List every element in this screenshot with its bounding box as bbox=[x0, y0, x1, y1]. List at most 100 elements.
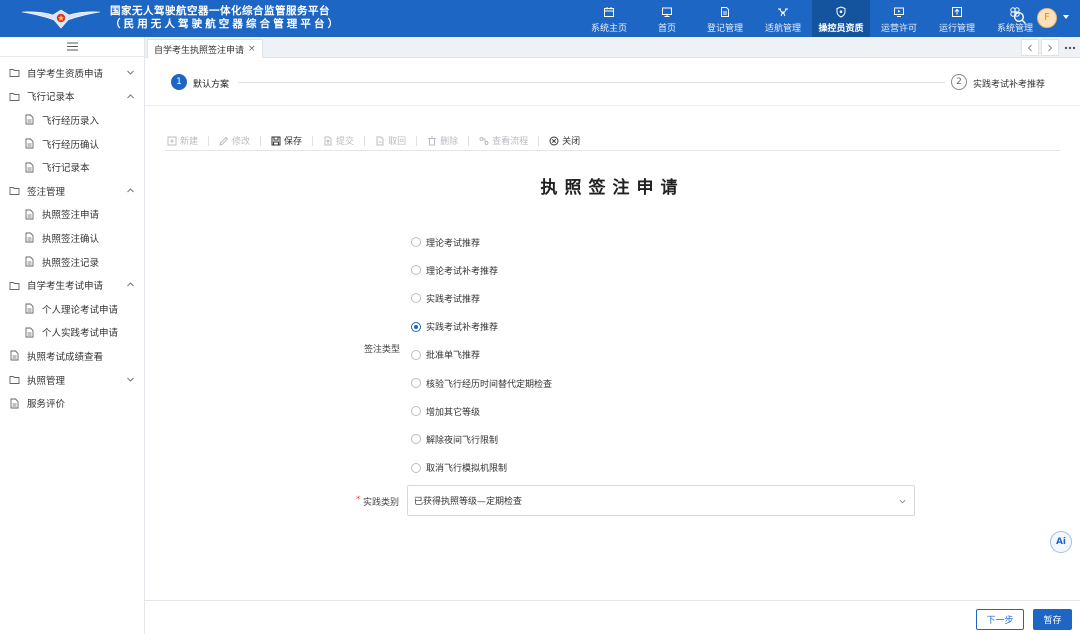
chevron-up-icon bbox=[127, 93, 134, 98]
tab-close-icon[interactable]: × bbox=[248, 44, 256, 54]
tab-more-button[interactable] bbox=[1061, 39, 1079, 56]
toolbar-close-circle-button[interactable]: 关闭 bbox=[547, 134, 582, 147]
sidebar-item[interactable]: 飞行经历确认 bbox=[0, 132, 144, 156]
nav-label: 运营许可 bbox=[880, 24, 917, 34]
toolbar-button-label: 保存 bbox=[284, 137, 303, 147]
toolbar-flow-button[interactable]: 查看流程 bbox=[477, 134, 530, 147]
close-circle-icon bbox=[549, 136, 559, 145]
sidebar-item[interactable]: 执照考试成绩查看 bbox=[0, 344, 144, 368]
endorsement-type-option[interactable]: 核验飞行经历时间替代定期检查 bbox=[411, 369, 552, 397]
radio-button[interactable] bbox=[411, 378, 421, 389]
sidebar-item[interactable]: 个人实践考试申请 bbox=[0, 321, 144, 345]
sidebar-item[interactable]: 飞行记录本 bbox=[0, 155, 144, 179]
toolbar-save-button[interactable]: 保存 bbox=[269, 134, 304, 147]
practice-category-select[interactable]: 已获得执照等级—定期检查 bbox=[407, 485, 915, 516]
toolbar-separator bbox=[538, 135, 540, 146]
form-title: 执照签注申请 bbox=[540, 178, 685, 198]
sidebar: 自学考生资质申请 飞行记录本 飞行经历录入 飞行经历确认 飞行记录本 签注管理 执照签注申请… bbox=[0, 37, 145, 634]
chevron-down-icon bbox=[127, 377, 134, 382]
toolbar-button-label: 删除 bbox=[440, 137, 459, 147]
tab-license-endorsement[interactable]: 自学考生执照签注申请 × bbox=[147, 39, 263, 58]
sidebar-item[interactable]: 飞行记录本 bbox=[0, 85, 144, 109]
file-icon bbox=[25, 303, 34, 314]
step-2-label[interactable]: 实践考试补考推荐 bbox=[973, 77, 1045, 90]
step-2-number[interactable]: 2 bbox=[951, 74, 967, 90]
endorsement-type-option[interactable]: 增加其它等级 bbox=[411, 397, 552, 425]
sidebar-item[interactable]: 签注管理 bbox=[0, 179, 144, 203]
option-label: 解除夜间飞行限制 bbox=[426, 435, 499, 446]
save-draft-button[interactable]: 暂存 bbox=[1033, 609, 1072, 630]
step-1-number[interactable]: 1 bbox=[171, 74, 187, 90]
sidebar-item[interactable]: 飞行经历录入 bbox=[0, 108, 144, 132]
top-header: 国家无人驾驶航空器一体化综合监管服务平台 （民用无人驾驶航空器综合管理平台） 系… bbox=[0, 0, 1080, 37]
toolbar-retrieve-button[interactable]: 取回 bbox=[373, 134, 408, 147]
radio-button[interactable] bbox=[411, 321, 421, 332]
file-icon bbox=[25, 256, 34, 267]
sidebar-item-label: 执照签注确认 bbox=[42, 233, 100, 245]
sidebar-item-label: 飞行经历确认 bbox=[42, 139, 100, 151]
nav-label: 操控员资质 bbox=[818, 24, 864, 34]
radio-button[interactable] bbox=[411, 265, 421, 276]
sidebar-item[interactable]: 服务评价 bbox=[0, 391, 144, 415]
radio-button[interactable] bbox=[411, 237, 421, 248]
sidebar-item[interactable]: 执照签注申请 bbox=[0, 203, 144, 227]
chevron-down-icon bbox=[127, 70, 134, 75]
nav-operation-management[interactable]: 运行管理 bbox=[928, 0, 986, 37]
toolbar-submit-button[interactable]: 提交 bbox=[321, 134, 356, 147]
submit-icon bbox=[324, 136, 332, 145]
practice-category-label: 实践类别 bbox=[363, 498, 400, 508]
step-1-label[interactable]: 默认方案 bbox=[193, 77, 229, 90]
folder-icon bbox=[9, 281, 20, 290]
search-icon[interactable] bbox=[1013, 11, 1027, 25]
endorsement-type-option[interactable]: 理论考试补考推荐 bbox=[411, 256, 552, 284]
platform-title: 国家无人驾驶航空器一体化综合监管服务平台 bbox=[110, 5, 330, 17]
nav-operation-license[interactable]: 运营许可 bbox=[870, 0, 928, 37]
sidebar-item-label: 签注管理 bbox=[27, 186, 66, 198]
toolbar-separator bbox=[208, 135, 210, 146]
sidebar-item-label: 自学考生考试申请 bbox=[27, 281, 104, 293]
option-label: 实践考试补考推荐 bbox=[426, 323, 499, 334]
file-icon bbox=[10, 398, 19, 409]
ai-assistant-button[interactable]: Ai bbox=[1050, 531, 1072, 553]
endorsement-type-option[interactable]: 理论考试推荐 bbox=[411, 228, 552, 256]
toolbar-edit-button[interactable]: 修改 bbox=[217, 134, 252, 147]
radio-button[interactable] bbox=[411, 406, 421, 417]
tab-label: 自学考生执照签注申请 bbox=[154, 45, 245, 56]
radio-button[interactable] bbox=[411, 434, 421, 445]
endorsement-type-option[interactable]: 取消飞行模拟机限制 bbox=[411, 454, 552, 482]
sidebar-item-label: 飞行记录本 bbox=[27, 92, 75, 104]
radio-button[interactable] bbox=[411, 349, 421, 360]
endorsement-type-option[interactable]: 解除夜间飞行限制 bbox=[411, 425, 552, 453]
sidebar-item[interactable]: 执照签注确认 bbox=[0, 226, 144, 250]
sidebar-item[interactable]: 自学考生考试申请 bbox=[0, 273, 144, 297]
sidebar-item[interactable]: 执照签注记录 bbox=[0, 250, 144, 274]
radio-button[interactable] bbox=[411, 462, 421, 473]
user-avatar[interactable]: F bbox=[1037, 8, 1057, 28]
sidebar-item[interactable]: 自学考生资质申请 bbox=[0, 61, 144, 85]
nav-home[interactable]: 首页 bbox=[638, 0, 696, 37]
nav-system-home[interactable]: 系统主页 bbox=[580, 0, 638, 37]
option-label: 取消飞行模拟机限制 bbox=[426, 464, 508, 475]
toolbar-trash-button[interactable]: 删除 bbox=[425, 134, 460, 147]
sidebar-item[interactable]: 个人理论考试申请 bbox=[0, 297, 144, 321]
file-icon bbox=[25, 115, 34, 125]
sidebar-item[interactable]: 执照管理 bbox=[0, 368, 144, 392]
endorsement-type-option[interactable]: 实践考试推荐 bbox=[411, 284, 552, 312]
radio-button[interactable] bbox=[411, 293, 421, 304]
edit-icon bbox=[219, 136, 229, 146]
user-menu-caret-icon[interactable] bbox=[1063, 15, 1069, 19]
nav-label: 运行管理 bbox=[938, 24, 975, 34]
endorsement-type-option[interactable]: 批准单飞推荐 bbox=[411, 341, 552, 369]
sidebar-item-label: 自学考生资质申请 bbox=[27, 68, 104, 80]
nav-operator-qualification[interactable]: 操控员资质 bbox=[812, 0, 870, 37]
nav-registration[interactable]: 登记管理 bbox=[696, 0, 754, 37]
tab-scroll-left[interactable] bbox=[1021, 39, 1039, 56]
toolbar-plus-square-button[interactable]: 新建 bbox=[165, 134, 200, 147]
endorsement-type-option[interactable]: 实践考试补考推荐 bbox=[411, 313, 552, 341]
sidebar-toggle[interactable] bbox=[0, 37, 144, 57]
file-icon bbox=[25, 162, 34, 173]
file-icon bbox=[25, 138, 34, 149]
tab-scroll-right[interactable] bbox=[1041, 39, 1059, 56]
next-step-button[interactable]: 下一步 bbox=[976, 609, 1024, 630]
nav-airworthiness[interactable]: 适航管理 bbox=[754, 0, 812, 37]
